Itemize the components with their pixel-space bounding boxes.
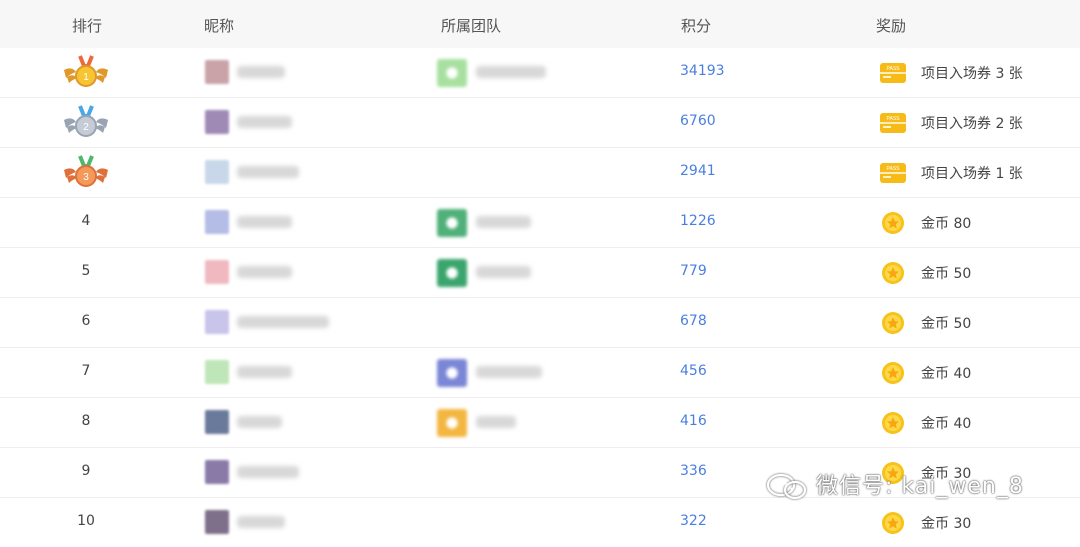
svg-text:PASS: PASS [887, 166, 901, 172]
score-link[interactable]: 1226 [680, 213, 716, 229]
avatar[interactable] [205, 210, 229, 234]
table-row: 8 416 金币 40 [0, 397, 1080, 447]
header-reward: 奖励 [876, 17, 907, 35]
gold-medal-icon: 1 [62, 54, 110, 90]
avatar[interactable] [205, 110, 229, 134]
nickname-blurred[interactable] [237, 166, 299, 178]
table-row: 4 1226 金币 80 [0, 197, 1080, 247]
avatar[interactable] [205, 460, 229, 484]
header-score: 积分 [681, 17, 712, 35]
svg-text:1: 1 [83, 72, 89, 83]
reward-text: 金币 50 [921, 266, 972, 282]
header-rank: 排行 [72, 17, 103, 35]
nickname-blurred[interactable] [237, 466, 299, 478]
table-row: 3 2941 PASS 项目入场券 1 张 [0, 147, 1080, 197]
coin-icon [878, 309, 908, 337]
score-link[interactable]: 322 [680, 513, 707, 529]
avatar[interactable] [205, 410, 229, 434]
score-link[interactable]: 336 [680, 463, 707, 479]
nickname-blurred[interactable] [237, 216, 292, 228]
team-icon[interactable] [437, 59, 467, 87]
watermark: 微信号: kai_wen_8 [816, 474, 1024, 499]
reward-text: 金币 80 [921, 216, 972, 232]
header-nickname: 昵称 [204, 17, 235, 35]
team-icon[interactable] [437, 209, 467, 237]
table-row: 6 678 金币 50 [0, 297, 1080, 347]
reward-text: 项目入场券 3 张 [921, 66, 1023, 82]
header-team: 所属团队 [441, 17, 502, 35]
ticket-icon: PASS [878, 59, 908, 87]
table-header: 排行 昵称 所属团队 积分 奖励 [0, 0, 1080, 48]
rank-number: 5 [81, 263, 91, 279]
nickname-blurred[interactable] [237, 516, 285, 528]
reward-text: 金币 40 [921, 416, 972, 432]
team-name-blurred[interactable] [476, 366, 542, 378]
ticket-icon: PASS [878, 159, 908, 187]
svg-text:PASS: PASS [887, 116, 901, 122]
reward-text: 项目入场券 2 张 [921, 116, 1023, 132]
team-icon[interactable] [437, 259, 467, 287]
nickname-blurred[interactable] [237, 416, 282, 428]
table-row: 2 6760 PASS 项目入场券 2 张 [0, 97, 1080, 147]
coin-icon [878, 509, 908, 537]
nickname-blurred[interactable] [237, 316, 329, 328]
reward-text: 金币 40 [921, 366, 972, 382]
svg-text:PASS: PASS [887, 66, 901, 72]
wechat-icon [766, 473, 807, 500]
team-icon[interactable] [437, 359, 467, 387]
score-link[interactable]: 456 [680, 363, 707, 379]
rank-number: 9 [81, 463, 91, 479]
score-link[interactable]: 2941 [680, 163, 716, 179]
svg-text:2: 2 [83, 122, 89, 133]
coin-icon [878, 259, 908, 287]
reward-text: 金币 30 [921, 516, 972, 532]
score-link[interactable]: 779 [680, 263, 707, 279]
avatar[interactable] [205, 510, 229, 534]
rank-number: 4 [81, 213, 91, 229]
coin-icon [878, 409, 908, 437]
table-row: 7 456 金币 40 [0, 347, 1080, 397]
team-name-blurred[interactable] [476, 66, 546, 78]
nickname-blurred[interactable] [237, 366, 292, 378]
avatar[interactable] [205, 160, 229, 184]
score-link[interactable]: 34193 [680, 63, 725, 79]
avatar[interactable] [205, 60, 229, 84]
nickname-blurred[interactable] [237, 66, 285, 78]
team-name-blurred[interactable] [476, 266, 531, 278]
team-name-blurred[interactable] [476, 416, 516, 428]
score-link[interactable]: 6760 [680, 113, 716, 129]
score-link[interactable]: 678 [680, 313, 707, 329]
nickname-blurred[interactable] [237, 116, 292, 128]
team-icon[interactable] [437, 409, 467, 437]
rank-number: 10 [77, 513, 95, 529]
reward-text: 金币 50 [921, 316, 972, 332]
table-row: 5 779 金币 50 [0, 247, 1080, 297]
avatar[interactable] [205, 260, 229, 284]
coin-icon [878, 209, 908, 237]
bronze-medal-icon: 3 [62, 154, 110, 190]
rank-number: 6 [81, 313, 91, 329]
avatar[interactable] [205, 310, 229, 334]
reward-text: 项目入场券 1 张 [921, 166, 1023, 182]
rank-number: 8 [81, 413, 91, 429]
ticket-icon: PASS [878, 109, 908, 137]
team-name-blurred[interactable] [476, 216, 531, 228]
table-row: 10 322 金币 30 [0, 497, 1080, 547]
table-row: 1 34193 PASS 项目入场券 3 张 [0, 48, 1080, 97]
rank-number: 7 [81, 363, 91, 379]
avatar[interactable] [205, 360, 229, 384]
nickname-blurred[interactable] [237, 266, 292, 278]
score-link[interactable]: 416 [680, 413, 707, 429]
svg-text:3: 3 [83, 172, 89, 183]
silver-medal-icon: 2 [62, 104, 110, 140]
coin-icon [878, 359, 908, 387]
